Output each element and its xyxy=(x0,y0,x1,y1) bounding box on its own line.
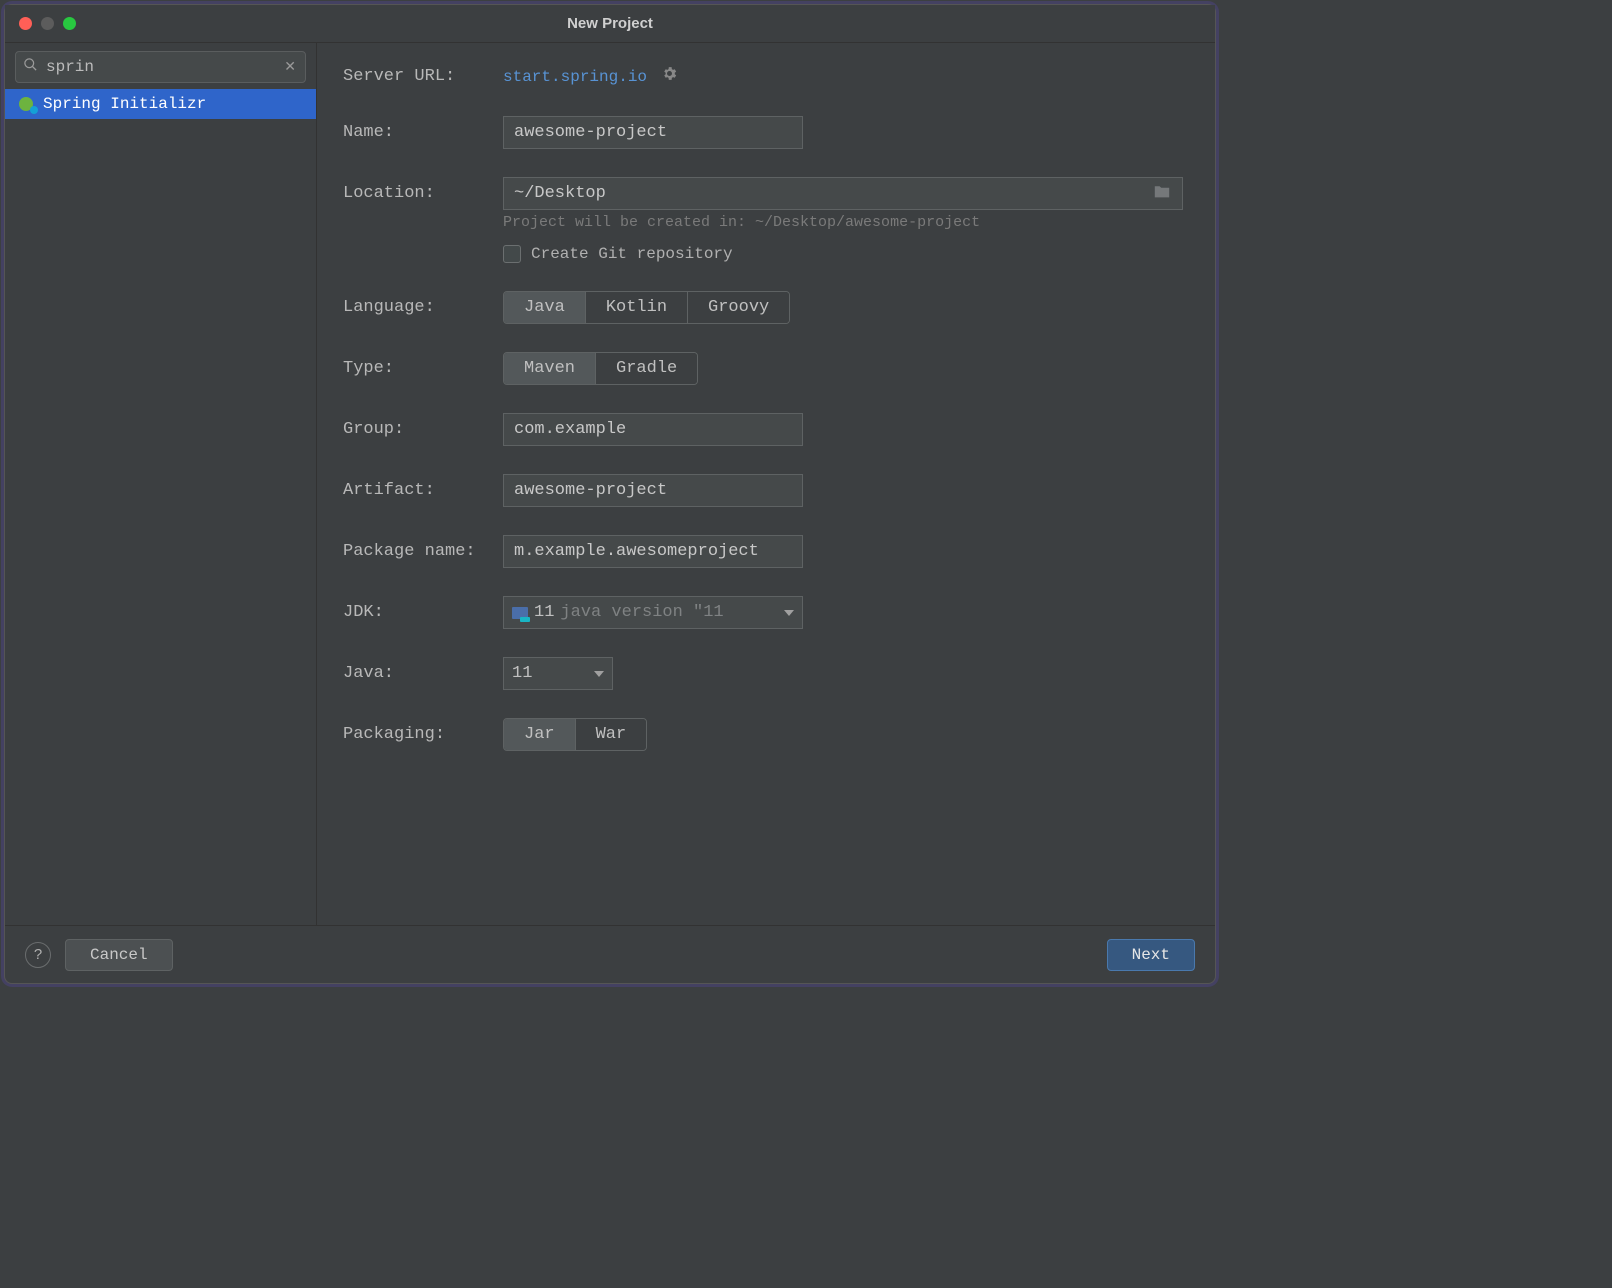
location-label: Location: xyxy=(343,184,503,203)
jdk-detail: java version "11 xyxy=(560,603,723,622)
server-url-label: Server URL: xyxy=(343,67,503,86)
jdk-value: 11 xyxy=(534,603,554,622)
help-button[interactable]: ? xyxy=(25,942,51,968)
location-input[interactable] xyxy=(504,178,1152,209)
name-label: Name: xyxy=(343,123,503,142)
packaging-segmented: JarWar xyxy=(503,718,647,751)
jdk-folder-icon xyxy=(512,607,528,619)
name-input[interactable] xyxy=(503,116,803,149)
sidebar-item-spring-initializr[interactable]: Spring Initializr xyxy=(5,89,316,119)
packaging-option-jar[interactable]: Jar xyxy=(504,719,576,750)
zoom-window-button[interactable] xyxy=(63,17,76,30)
git-checkbox[interactable] xyxy=(503,245,521,263)
packaging-label: Packaging: xyxy=(343,725,503,744)
package-label: Package name: xyxy=(343,542,503,561)
browse-folder-icon[interactable] xyxy=(1152,183,1172,205)
titlebar: New Project xyxy=(5,5,1215,43)
language-segmented: JavaKotlinGroovy xyxy=(503,291,790,324)
packaging-option-war[interactable]: War xyxy=(576,719,647,750)
language-option-groovy[interactable]: Groovy xyxy=(688,292,789,323)
dialog-footer: ? Cancel Next xyxy=(5,925,1215,983)
next-button[interactable]: Next xyxy=(1107,939,1195,971)
form-panel: Server URL: start.spring.io Name: Locati… xyxy=(317,43,1215,925)
git-checkbox-label: Create Git repository xyxy=(531,245,733,263)
jdk-label: JDK: xyxy=(343,603,503,622)
group-input[interactable] xyxy=(503,413,803,446)
group-label: Group: xyxy=(343,420,503,439)
server-url-link[interactable]: start.spring.io xyxy=(503,68,647,86)
language-option-java[interactable]: Java xyxy=(504,292,586,323)
java-label: Java: xyxy=(343,664,503,683)
gear-icon[interactable] xyxy=(661,65,678,88)
language-label: Language: xyxy=(343,298,503,317)
close-window-button[interactable] xyxy=(19,17,32,30)
type-option-maven[interactable]: Maven xyxy=(504,353,596,384)
window-controls xyxy=(5,17,76,30)
new-project-dialog: New Project ✕ Spring Initializr Server U… xyxy=(4,4,1216,984)
java-select[interactable]: 11 xyxy=(503,657,613,690)
jdk-select[interactable]: 11 java version "11 xyxy=(503,596,803,629)
type-label: Type: xyxy=(343,359,503,378)
chevron-down-icon xyxy=(594,671,604,677)
window-title: New Project xyxy=(5,15,1215,32)
java-value: 11 xyxy=(512,664,532,683)
artifact-input[interactable] xyxy=(503,474,803,507)
package-input[interactable] xyxy=(503,535,803,568)
type-segmented: MavenGradle xyxy=(503,352,698,385)
chevron-down-icon xyxy=(784,610,794,616)
location-hint: Project will be created in: ~/Desktop/aw… xyxy=(503,214,1187,231)
spring-icon xyxy=(19,96,35,112)
cancel-button[interactable]: Cancel xyxy=(65,939,173,971)
type-option-gradle[interactable]: Gradle xyxy=(596,353,697,384)
language-option-kotlin[interactable]: Kotlin xyxy=(586,292,688,323)
artifact-label: Artifact: xyxy=(343,481,503,500)
clear-search-icon[interactable]: ✕ xyxy=(284,59,296,76)
generator-sidebar: ✕ Spring Initializr xyxy=(5,43,317,925)
sidebar-item-label: Spring Initializr xyxy=(43,95,206,113)
minimize-window-button[interactable] xyxy=(41,17,54,30)
generator-search-input[interactable] xyxy=(15,51,306,83)
